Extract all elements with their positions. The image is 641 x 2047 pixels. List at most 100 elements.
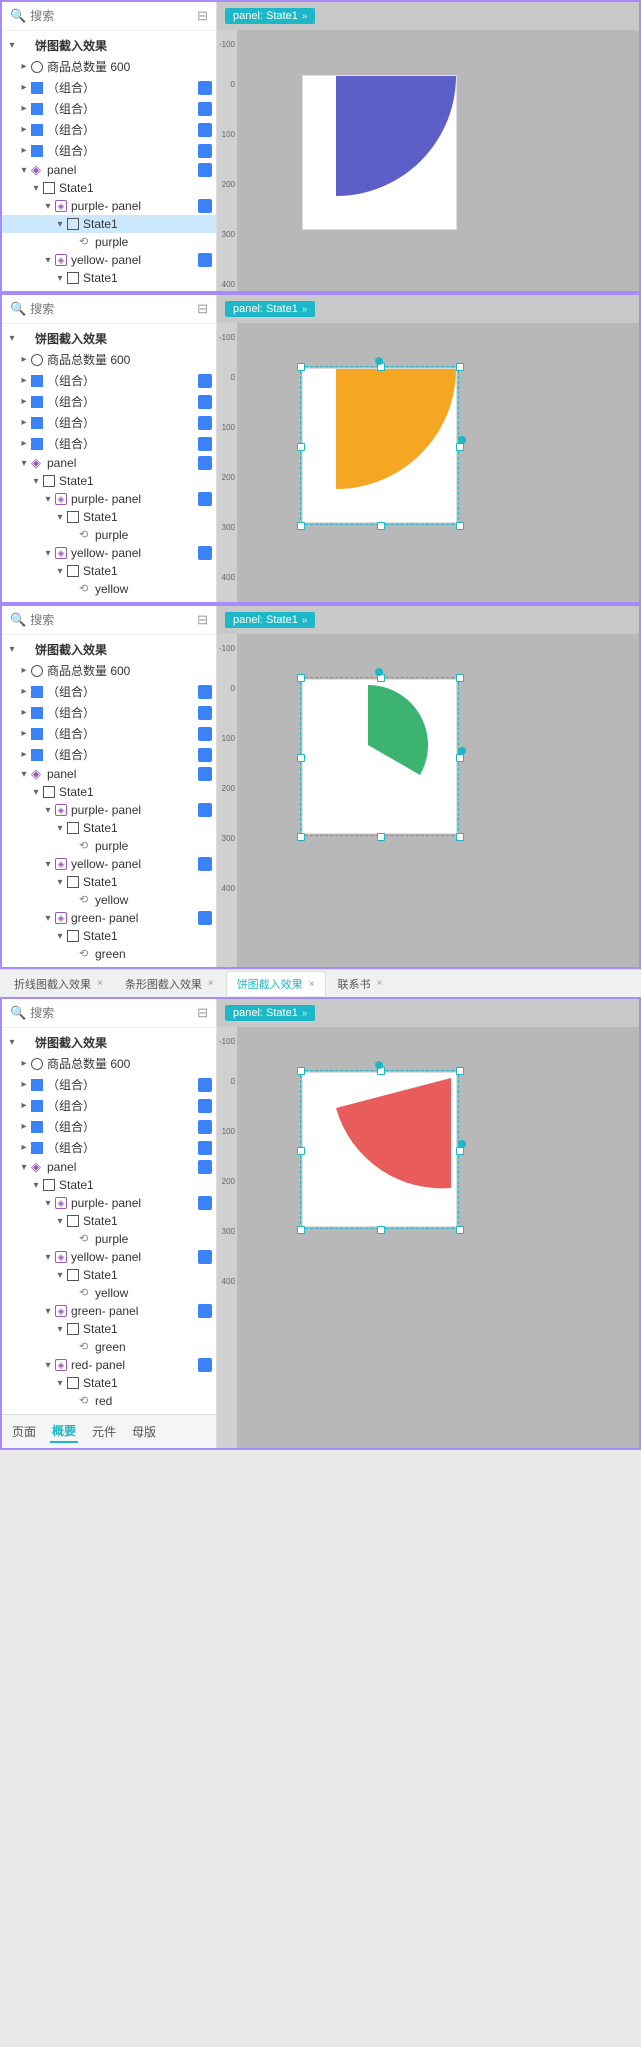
chevron-icon[interactable] bbox=[18, 438, 30, 449]
selection-handle[interactable] bbox=[377, 522, 385, 530]
tree-item[interactable]: State1 bbox=[2, 1320, 216, 1338]
bottom-nav-item[interactable]: 元件 bbox=[90, 1421, 118, 1442]
tree-item[interactable]: ◈purple- panel bbox=[2, 197, 216, 215]
chevron-icon[interactable] bbox=[18, 769, 30, 780]
bottom-nav-item[interactable]: 概要 bbox=[50, 1420, 78, 1443]
selection-handle[interactable] bbox=[456, 1226, 464, 1234]
chevron-icon[interactable] bbox=[54, 1378, 66, 1389]
tree-item[interactable]: State1 bbox=[2, 215, 216, 233]
tree-item[interactable]: State1 bbox=[2, 1374, 216, 1392]
tree-item[interactable]: （组合） bbox=[2, 140, 216, 161]
tab-item[interactable]: 条形图截入效果 × bbox=[115, 972, 224, 996]
close-tab-icon[interactable]: × bbox=[208, 978, 214, 989]
chevron-icon[interactable] bbox=[18, 728, 30, 739]
tree-item[interactable]: State1 bbox=[2, 1266, 216, 1284]
selection-handle[interactable] bbox=[456, 1147, 464, 1155]
tree-item[interactable]: ◈yellow- panel bbox=[2, 544, 216, 562]
tree-item[interactable]: State1 bbox=[2, 562, 216, 580]
chevron-icon[interactable] bbox=[54, 877, 66, 888]
chevron-icon[interactable] bbox=[30, 183, 42, 194]
chevron-icon[interactable] bbox=[42, 913, 54, 924]
tree-item[interactable]: ⟲yellow bbox=[2, 1284, 216, 1302]
tree-item[interactable]: State1 bbox=[2, 179, 216, 197]
anchor-handle[interactable] bbox=[458, 1140, 466, 1148]
search-input[interactable] bbox=[30, 1006, 193, 1020]
tree-item[interactable]: ◈panel bbox=[2, 454, 216, 472]
tree-item[interactable]: ◈panel bbox=[2, 765, 216, 783]
search-input[interactable] bbox=[30, 9, 193, 23]
selection-handle[interactable] bbox=[297, 1226, 305, 1234]
anchor-handle[interactable] bbox=[458, 436, 466, 444]
chevron-icon[interactable] bbox=[42, 1360, 54, 1371]
tree-item[interactable]: 饼图截入效果 bbox=[2, 1032, 216, 1053]
chevron-icon[interactable] bbox=[6, 644, 18, 655]
chevron-icon[interactable] bbox=[18, 417, 30, 428]
rotation-handle[interactable] bbox=[375, 357, 383, 365]
chevron-icon[interactable] bbox=[30, 787, 42, 798]
chevron-icon[interactable] bbox=[54, 931, 66, 942]
tree-item[interactable]: （组合） bbox=[2, 702, 216, 723]
anchor-handle[interactable] bbox=[458, 747, 466, 755]
chevron-icon[interactable] bbox=[18, 375, 30, 386]
filter-icon[interactable]: ⊟ bbox=[197, 8, 208, 24]
chevron-icon[interactable] bbox=[18, 458, 30, 469]
tree-item[interactable]: ⟲purple bbox=[2, 1230, 216, 1248]
search-input[interactable] bbox=[30, 613, 193, 627]
chevron-icon[interactable] bbox=[54, 512, 66, 523]
chevron-icon[interactable] bbox=[54, 219, 66, 230]
tree-item[interactable]: ◈green- panel bbox=[2, 909, 216, 927]
selection-handle[interactable] bbox=[377, 833, 385, 841]
tree-item[interactable]: （组合） bbox=[2, 723, 216, 744]
selection-handle[interactable] bbox=[456, 833, 464, 841]
tree-item[interactable]: 商品总数量 600 bbox=[2, 1053, 216, 1074]
tree-item[interactable]: （组合） bbox=[2, 681, 216, 702]
canvas-area[interactable] bbox=[237, 323, 639, 602]
rotation-handle[interactable] bbox=[375, 1061, 383, 1069]
chevron-icon[interactable] bbox=[42, 1252, 54, 1263]
rotation-handle[interactable] bbox=[375, 668, 383, 676]
tree-item[interactable]: （组合） bbox=[2, 391, 216, 412]
chevron-icon[interactable] bbox=[18, 396, 30, 407]
chevron-icon[interactable] bbox=[18, 103, 30, 114]
tree-item[interactable]: State1 bbox=[2, 873, 216, 891]
tree-item[interactable]: ◈purple- panel bbox=[2, 1194, 216, 1212]
selection-handle[interactable] bbox=[456, 1067, 464, 1075]
filter-icon[interactable]: ⊟ bbox=[197, 301, 208, 317]
chevron-icon[interactable] bbox=[18, 1121, 30, 1132]
selection-handle[interactable] bbox=[297, 833, 305, 841]
chevron-icon[interactable] bbox=[18, 61, 30, 72]
tree-item[interactable]: 饼图截入效果 bbox=[2, 35, 216, 56]
chevron-icon[interactable] bbox=[42, 805, 54, 816]
chevron-icon[interactable] bbox=[18, 1162, 30, 1173]
chevron-icon[interactable] bbox=[18, 354, 30, 365]
canvas-area[interactable] bbox=[237, 1027, 639, 1448]
chevron-icon[interactable] bbox=[42, 201, 54, 212]
chevron-icon[interactable] bbox=[30, 476, 42, 487]
search-input[interactable] bbox=[30, 302, 193, 316]
tree-item[interactable]: （组合） bbox=[2, 1116, 216, 1137]
chevron-icon[interactable] bbox=[30, 1180, 42, 1191]
chevron-icon[interactable] bbox=[42, 1306, 54, 1317]
selection-handle[interactable] bbox=[456, 443, 464, 451]
bottom-nav-item[interactable]: 页面 bbox=[10, 1421, 38, 1442]
chevron-icon[interactable] bbox=[54, 1270, 66, 1281]
tree-item[interactable]: （组合） bbox=[2, 77, 216, 98]
chevron-icon[interactable] bbox=[18, 1079, 30, 1090]
tree-item[interactable]: State1 bbox=[2, 508, 216, 526]
tree-item[interactable]: ◈panel bbox=[2, 161, 216, 179]
tab-item[interactable]: 折线图截入效果 × bbox=[4, 972, 113, 996]
tree-item[interactable]: （组合） bbox=[2, 1137, 216, 1158]
chevron-icon[interactable] bbox=[18, 1142, 30, 1153]
tree-item[interactable]: ⟲purple bbox=[2, 526, 216, 544]
close-tab-icon[interactable]: × bbox=[309, 979, 315, 990]
chevron-icon[interactable] bbox=[42, 255, 54, 266]
tree-item[interactable]: 商品总数量 600 bbox=[2, 56, 216, 77]
canvas-area[interactable] bbox=[237, 634, 639, 967]
chevron-icon[interactable] bbox=[54, 823, 66, 834]
tree-item[interactable]: ⟲green bbox=[2, 945, 216, 963]
close-tab-icon[interactable]: × bbox=[377, 978, 383, 989]
tree-item[interactable]: ⟲yellow bbox=[2, 891, 216, 909]
tree-item[interactable]: ⟲yellow bbox=[2, 580, 216, 598]
chevron-icon[interactable] bbox=[6, 333, 18, 344]
chevron-icon[interactable] bbox=[54, 566, 66, 577]
